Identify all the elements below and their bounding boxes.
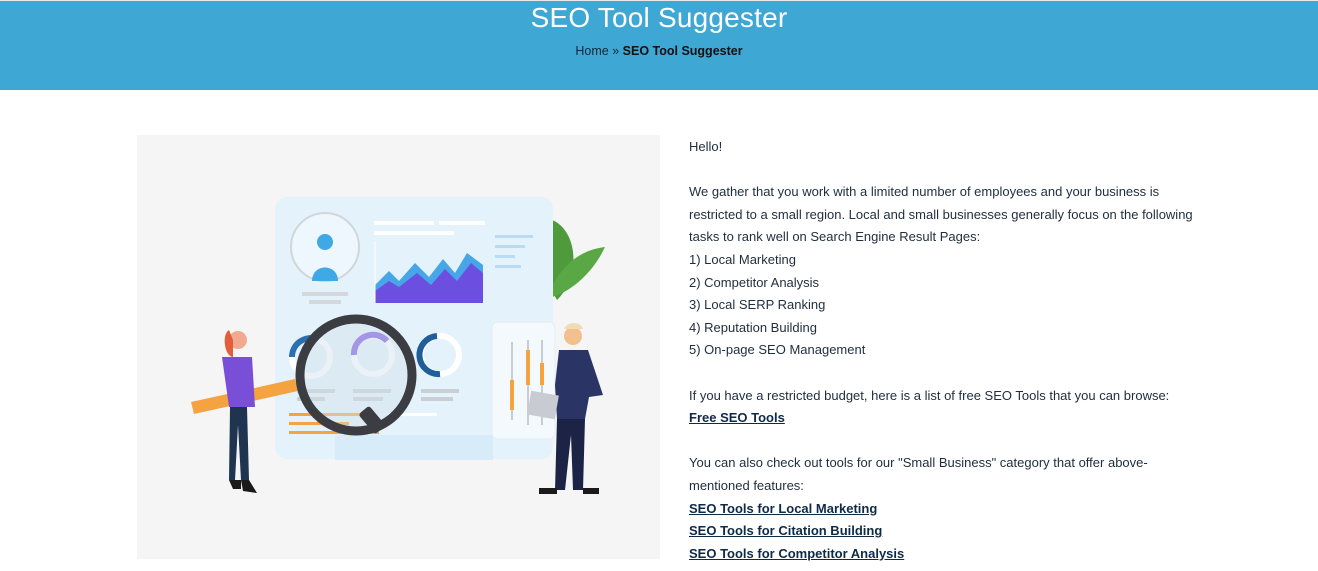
task-item: 4) Reputation Building bbox=[689, 319, 817, 335]
breadcrumb-home-link[interactable]: Home bbox=[575, 44, 608, 58]
free-seo-tools-link[interactable]: Free SEO Tools bbox=[689, 410, 785, 425]
competitor-analysis-link[interactable]: SEO Tools for Competitor Analysis bbox=[689, 546, 904, 561]
intro-line: tasks to rank well on Search Engine Resu… bbox=[689, 229, 981, 245]
side-panel bbox=[491, 321, 556, 440]
man-head bbox=[564, 327, 582, 345]
seo-analysis-icon bbox=[191, 197, 605, 494]
local-marketing-link[interactable]: SEO Tools for Local Marketing bbox=[689, 501, 877, 516]
magnifier-icon bbox=[295, 314, 417, 436]
budget-text: If you have a restricted budget, here is… bbox=[689, 387, 1170, 403]
avatar-icon bbox=[317, 234, 333, 250]
citation-building-link[interactable]: SEO Tools for Citation Building bbox=[689, 523, 882, 538]
panel-base bbox=[335, 435, 493, 460]
category-text: mentioned features: bbox=[689, 477, 804, 493]
intro-line: We gather that you work with a limited n… bbox=[689, 184, 1160, 200]
page-header: SEO Tool Suggester Home » SEO Tool Sugge… bbox=[0, 0, 1318, 90]
man-figure bbox=[555, 350, 603, 419]
intro-line: restricted to a small region. Local and … bbox=[689, 206, 1193, 222]
task-item: 1) Local Marketing bbox=[689, 251, 796, 267]
task-item: 5) On-page SEO Management bbox=[689, 342, 866, 358]
task-item: 3) Local SERP Ranking bbox=[689, 297, 826, 313]
page-title: SEO Tool Suggester bbox=[530, 2, 788, 33]
category-text: You can also check out tools for our "Sm… bbox=[689, 455, 1148, 471]
greeting-text: Hello! bbox=[689, 139, 723, 154]
document-icon bbox=[527, 390, 559, 420]
breadcrumb-current: SEO Tool Suggester bbox=[622, 44, 743, 58]
task-item: 2) Competitor Analysis bbox=[689, 274, 820, 290]
breadcrumb-separator: » bbox=[608, 44, 623, 58]
seo-analysis-illustration bbox=[137, 135, 660, 559]
breadcrumb: Home » SEO Tool Suggester bbox=[0, 43, 1318, 59]
main-content: Hello! We gather that you work with a li… bbox=[689, 136, 1229, 565]
